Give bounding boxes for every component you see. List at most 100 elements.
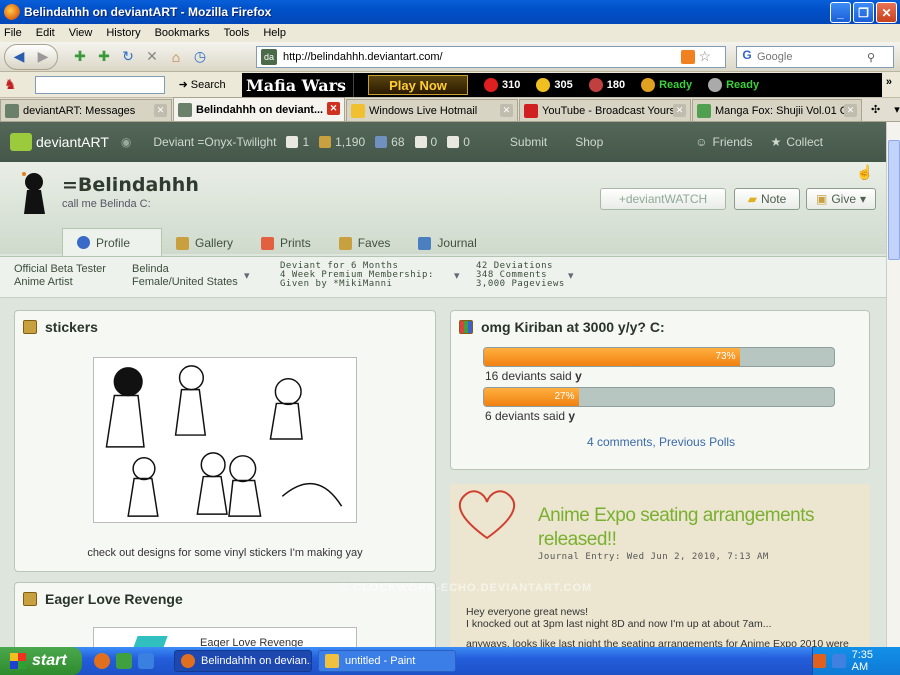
tab-gallery[interactable]: Gallery: [162, 230, 247, 256]
task-firefox[interactable]: Belindahhh on devian...: [174, 650, 312, 672]
tab-hotmail[interactable]: Windows Live Hotmail ✕: [346, 99, 518, 121]
menu-bookmarks[interactable]: Bookmarks: [155, 27, 210, 39]
poll-result-2: 6 deviants said: [485, 409, 566, 423]
toolbar-search-select[interactable]: [34, 75, 165, 94]
deviantwatch-button[interactable]: +deviantWATCH: [600, 188, 726, 210]
google-icon[interactable]: G: [737, 48, 757, 66]
comments-icon[interactable]: [414, 136, 427, 148]
user-avatar[interactable]: [18, 170, 52, 214]
deviations-icon[interactable]: [319, 136, 332, 148]
tab-mangafox[interactable]: Manga Fox: Shujii Vol.01 C... ✕: [692, 99, 862, 121]
tab-close-icon[interactable]: ✕: [844, 104, 857, 117]
minimize-button[interactable]: _: [830, 2, 851, 23]
clock[interactable]: 7:35 AM: [852, 649, 890, 673]
poll-bar-2[interactable]: 27%: [483, 387, 835, 407]
add-bookmark-icon[interactable]: ✚: [92, 45, 116, 69]
journal-title[interactable]: Anime Expo seating arrangements released…: [538, 504, 838, 552]
activity-icon[interactable]: [447, 136, 460, 148]
messenger-quicklaunch-icon[interactable]: [116, 653, 132, 669]
notes-icon[interactable]: [286, 136, 299, 148]
menu-file[interactable]: File: [4, 27, 22, 39]
stickers-artwork[interactable]: [93, 357, 357, 523]
firefox-quicklaunch-icon[interactable]: [94, 653, 110, 669]
submit-menu[interactable]: Submit: [510, 135, 547, 149]
collect-menu[interactable]: Collect: [786, 135, 823, 149]
menu-history[interactable]: History: [106, 27, 140, 39]
eager-love-thumbnail[interactable]: Eager Love Revenge: [93, 627, 357, 647]
tab-profile[interactable]: Profile: [62, 228, 162, 256]
tab-belindahhh[interactable]: Belindahhh on deviant... ✕: [173, 97, 345, 121]
widget-title: Eager Love Revenge: [45, 591, 183, 607]
poll-comments-link[interactable]: 4 comments: [587, 435, 652, 449]
energy-value: 305: [554, 79, 573, 91]
home-icon[interactable]: ⌂: [164, 45, 188, 69]
title-bar[interactable]: Belindahhh on deviantART - Mozilla Firef…: [0, 0, 900, 24]
tab-close-icon[interactable]: ✕: [500, 104, 513, 117]
mafia-toolbar-icon[interactable]: ♞: [4, 76, 17, 93]
scrollbar-thumb[interactable]: [888, 140, 900, 260]
shop-menu[interactable]: Shop: [575, 135, 603, 149]
start-button[interactable]: start: [0, 647, 82, 675]
tab-scroll-icon[interactable]: ✣: [871, 103, 880, 116]
vertical-scrollbar[interactable]: [886, 122, 900, 647]
menu-edit[interactable]: Edit: [36, 27, 55, 39]
tab-youtube[interactable]: YouTube - Broadcast Yours... ✕: [519, 99, 691, 121]
tab-faves[interactable]: Faves: [325, 230, 405, 256]
url-bar[interactable]: da http://belindahhh.deviantart.com/ ☆: [256, 46, 726, 68]
gallery-widget-icon: [23, 320, 37, 334]
tray-icon-1[interactable]: [813, 654, 827, 668]
stickers-widget: stickers check out designs for some viny…: [14, 310, 436, 572]
friends-menu[interactable]: Friends: [713, 135, 753, 149]
deviantart-logo[interactable]: deviantART: [10, 133, 109, 151]
close-button[interactable]: ✕: [876, 2, 897, 23]
bookmark-star-icon[interactable]: ☆: [698, 48, 711, 65]
tab-close-icon[interactable]: ✕: [673, 104, 686, 117]
forward-button[interactable]: ▶: [31, 45, 55, 69]
magnifier-icon[interactable]: ⚲: [867, 51, 875, 64]
give-dropdown-icon: ▾: [860, 192, 867, 206]
watch-binoculars-icon[interactable]: [375, 136, 388, 148]
back-button[interactable]: ◀: [7, 45, 31, 69]
journal-meta: Journal Entry: Wed Jun 2, 2010, 7:13 AM: [538, 552, 769, 562]
logo-dropdown-icon[interactable]: ◉: [121, 135, 131, 149]
tab-journal[interactable]: Journal: [404, 230, 490, 256]
journal-para-3: anyways, looks like last night the seati…: [466, 638, 849, 647]
search-input[interactable]: [757, 51, 867, 63]
menu-view[interactable]: View: [69, 27, 93, 39]
menu-bar: File Edit View History Bookmarks Tools H…: [0, 24, 900, 42]
toolbar-overflow-icon[interactable]: »: [886, 76, 892, 88]
addon-toolbar: ♞ ➜ Search Mafia Wars Play Now 310 305 1…: [0, 72, 900, 98]
new-tab-icon[interactable]: ✚: [68, 45, 92, 69]
cash-icon: [641, 78, 656, 92]
tab-prints[interactable]: Prints: [247, 230, 325, 256]
gift-icon: ▣: [815, 192, 828, 206]
watermark: © CLOCKWORK-ECHO.DEVIANTART.COM: [340, 582, 593, 594]
tab-deviantart-messages[interactable]: deviantART: Messages ✕: [0, 99, 172, 121]
membership-dropdown-icon[interactable]: ▾: [454, 269, 460, 282]
info-subtitle: Anime Artist: [14, 276, 73, 288]
poll-bar-1[interactable]: 73%: [483, 347, 835, 367]
rss-icon[interactable]: [681, 50, 695, 64]
tray-icon-2[interactable]: [832, 654, 846, 668]
history-icon[interactable]: ◷: [188, 45, 212, 69]
stats-dropdown-icon[interactable]: ▾: [568, 269, 574, 282]
menu-tools[interactable]: Tools: [224, 27, 250, 39]
tab-close-icon[interactable]: ✕: [327, 102, 340, 115]
ie-quicklaunch-icon[interactable]: [138, 653, 154, 669]
note-button[interactable]: ▰ Note: [734, 188, 800, 210]
give-button[interactable]: ▣ Give ▾: [806, 188, 876, 210]
play-now-button[interactable]: Play Now: [368, 75, 468, 95]
info-dropdown-icon[interactable]: ▾: [244, 269, 250, 282]
previous-polls-link[interactable]: Previous Polls: [659, 435, 735, 449]
stop-icon[interactable]: ✕: [140, 45, 164, 69]
tab-list-icon[interactable]: ▾: [894, 103, 900, 116]
reload-icon[interactable]: ↻: [116, 45, 140, 69]
menu-help[interactable]: Help: [263, 27, 286, 39]
task-paint[interactable]: untitled - Paint: [318, 650, 456, 672]
username-menu[interactable]: Deviant =Onyx-Twilight: [153, 135, 276, 149]
search-box[interactable]: G ⚲: [736, 46, 894, 68]
toolbar-search-label[interactable]: Search: [191, 79, 226, 91]
maximize-button[interactable]: ❐: [853, 2, 874, 23]
tab-close-icon[interactable]: ✕: [154, 104, 167, 117]
mafia-wars-logo[interactable]: Mafia Wars: [242, 73, 354, 97]
